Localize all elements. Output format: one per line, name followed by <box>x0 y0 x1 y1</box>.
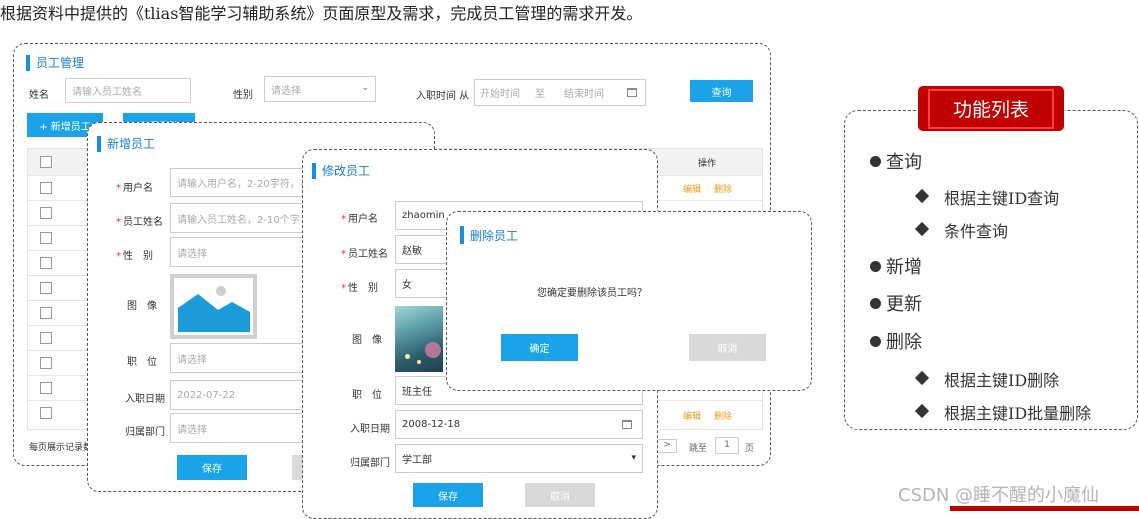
chevron-down-icon: ▾ <box>631 453 636 463</box>
calendar-icon <box>622 420 632 429</box>
edit-save-button[interactable]: 保存 <box>413 483 483 507</box>
next-page-button[interactable]: > <box>657 439 677 453</box>
edit-dept-value: 学工部 <box>402 455 432 466</box>
row-checkbox[interactable] <box>40 307 52 319</box>
image-upload-placeholder[interactable] <box>170 274 257 339</box>
delete-link[interactable]: 删除 <box>714 409 732 422</box>
bullet-icon <box>870 298 881 309</box>
edit-gender-label-text: 性 别 <box>348 283 378 294</box>
row-checkbox[interactable] <box>40 182 52 194</box>
edit-entry-label: 入职日期 <box>350 424 390 435</box>
add-image-label: 图 像 <box>127 301 157 312</box>
add-save-button[interactable]: 保存 <box>177 455 247 480</box>
gender-filter-value: 请选择 <box>271 85 301 97</box>
row-checkbox[interactable] <box>40 207 52 219</box>
add-dialog-title-text: 新增员工 <box>107 137 156 151</box>
row-checkbox[interactable] <box>40 357 52 369</box>
decorative-red-bar <box>950 506 1139 511</box>
query-button[interactable]: 查询 <box>690 80 753 102</box>
row-checkbox[interactable] <box>40 332 52 344</box>
page-number-input[interactable]: 1 <box>715 437 739 454</box>
gender-filter-label: 性别 <box>233 90 253 101</box>
function-list-title-text: 功能列表 <box>952 99 1029 121</box>
employee-photo[interactable] <box>395 306 443 372</box>
date-range-input[interactable]: 开始时间 至 结束时间 <box>474 79 646 106</box>
edit-username-label-text: 用户名 <box>348 214 378 225</box>
edit-cancel-button[interactable]: 取消 <box>525 483 595 507</box>
delete-link[interactable]: 删除 <box>714 182 732 195</box>
emp-mgmt-title: 员工管理 <box>26 54 84 71</box>
row-checkbox[interactable] <box>40 257 52 269</box>
edit-dept-label: 归属部门 <box>350 458 390 469</box>
edit-image-label: 图 像 <box>352 335 382 346</box>
row-checkbox[interactable] <box>40 282 52 294</box>
row-checkbox[interactable] <box>40 407 52 419</box>
end-date-placeholder: 结束时间 <box>564 89 604 100</box>
row-checkbox[interactable] <box>40 382 52 394</box>
edit-dialog-title: 修改员工 <box>312 162 370 179</box>
delete-confirm-message: 您确定要删除该员工吗？ <box>537 288 647 299</box>
func-item-query: 查询 <box>886 152 922 173</box>
date-range-separator: 至 <box>535 89 545 100</box>
add-gender-label: * 性 别 <box>116 251 153 262</box>
add-username-label-text: 用户名 <box>123 183 153 194</box>
func-item-add: 新增 <box>886 257 922 278</box>
add-username-label: * 用户名 <box>116 183 153 194</box>
func-subitem: 根据主键ID批量删除 <box>944 404 1092 423</box>
edit-entry-date-value: 2008-12-18 <box>402 419 461 430</box>
delete-cancel-button[interactable]: 取消 <box>689 334 766 361</box>
edit-name-label: * 员工姓名 <box>341 249 388 260</box>
delete-dialog-title: 删除员工 <box>460 226 518 244</box>
add-dept-label: 归属部门 <box>125 427 165 438</box>
name-filter-input[interactable]: 请输入员工姓名 <box>65 78 191 103</box>
add-name-label-text: 员工姓名 <box>123 217 163 228</box>
func-item-update: 更新 <box>886 294 922 315</box>
emp-mgmt-title-text: 员工管理 <box>36 56 85 70</box>
date-filter-label: 入职时间 从 <box>416 91 470 102</box>
start-date-placeholder: 开始时间 <box>480 89 520 100</box>
delete-confirm-button[interactable]: 确定 <box>501 334 578 361</box>
chevron-down-icon: ⌄ <box>361 83 369 93</box>
add-entry-label: 入职日期 <box>125 394 165 405</box>
row-checkbox[interactable] <box>40 232 52 244</box>
calendar-icon <box>627 88 637 97</box>
watermark: CSDN @睡不醒的小魔仙 <box>898 485 1100 506</box>
col-ops-header: 操作 <box>698 159 717 169</box>
func-subitem: 条件查询 <box>944 222 1009 241</box>
bullet-icon <box>870 336 881 347</box>
name-filter-label: 姓名 <box>29 90 49 101</box>
goto-label: 跳至 <box>689 444 708 454</box>
add-job-label: 职 位 <box>127 357 157 368</box>
select-all-checkbox[interactable] <box>40 156 52 168</box>
image-icon <box>175 279 252 334</box>
edit-dept-select[interactable]: 学工部 ▾ <box>395 444 643 473</box>
edit-gender-label: * 性 别 <box>341 283 378 294</box>
page-unit-label: 页 <box>745 444 755 454</box>
func-subitem: 根据主键ID查询 <box>944 189 1060 208</box>
page-size-label: 每页展示记录数 <box>29 443 93 453</box>
add-dialog-title: 新增员工 <box>97 135 155 152</box>
edit-job-label: 职 位 <box>352 390 382 401</box>
edit-link[interactable]: 编辑 <box>683 182 701 195</box>
delete-employee-dialog: 删除员工 您确定要删除该员工吗？ 确定 取消 <box>446 211 812 391</box>
edit-dialog-title-text: 修改员工 <box>322 164 371 178</box>
function-list-title: 功能列表 <box>917 85 1065 132</box>
bullet-icon <box>870 261 881 272</box>
bullet-icon <box>870 156 881 167</box>
add-gender-label-text: 性 别 <box>123 251 153 262</box>
func-subitem: 根据主键ID删除 <box>944 371 1060 390</box>
func-item-delete: 删除 <box>886 332 922 353</box>
edit-username-label: * 用户名 <box>341 214 378 225</box>
edit-entry-date-input[interactable]: 2008-12-18 <box>395 410 643 439</box>
gender-filter-select[interactable]: 请选择 ⌄ <box>264 76 376 102</box>
edit-link[interactable]: 编辑 <box>683 409 701 422</box>
add-name-label: * 员工姓名 <box>116 217 163 228</box>
edit-name-label-text: 员工姓名 <box>348 249 388 260</box>
intro-text: 根据资料中提供的《tlias智能学习辅助系统》页面原型及需求，完成员工管理的需求… <box>0 4 643 23</box>
delete-dialog-title-text: 删除员工 <box>470 228 519 243</box>
